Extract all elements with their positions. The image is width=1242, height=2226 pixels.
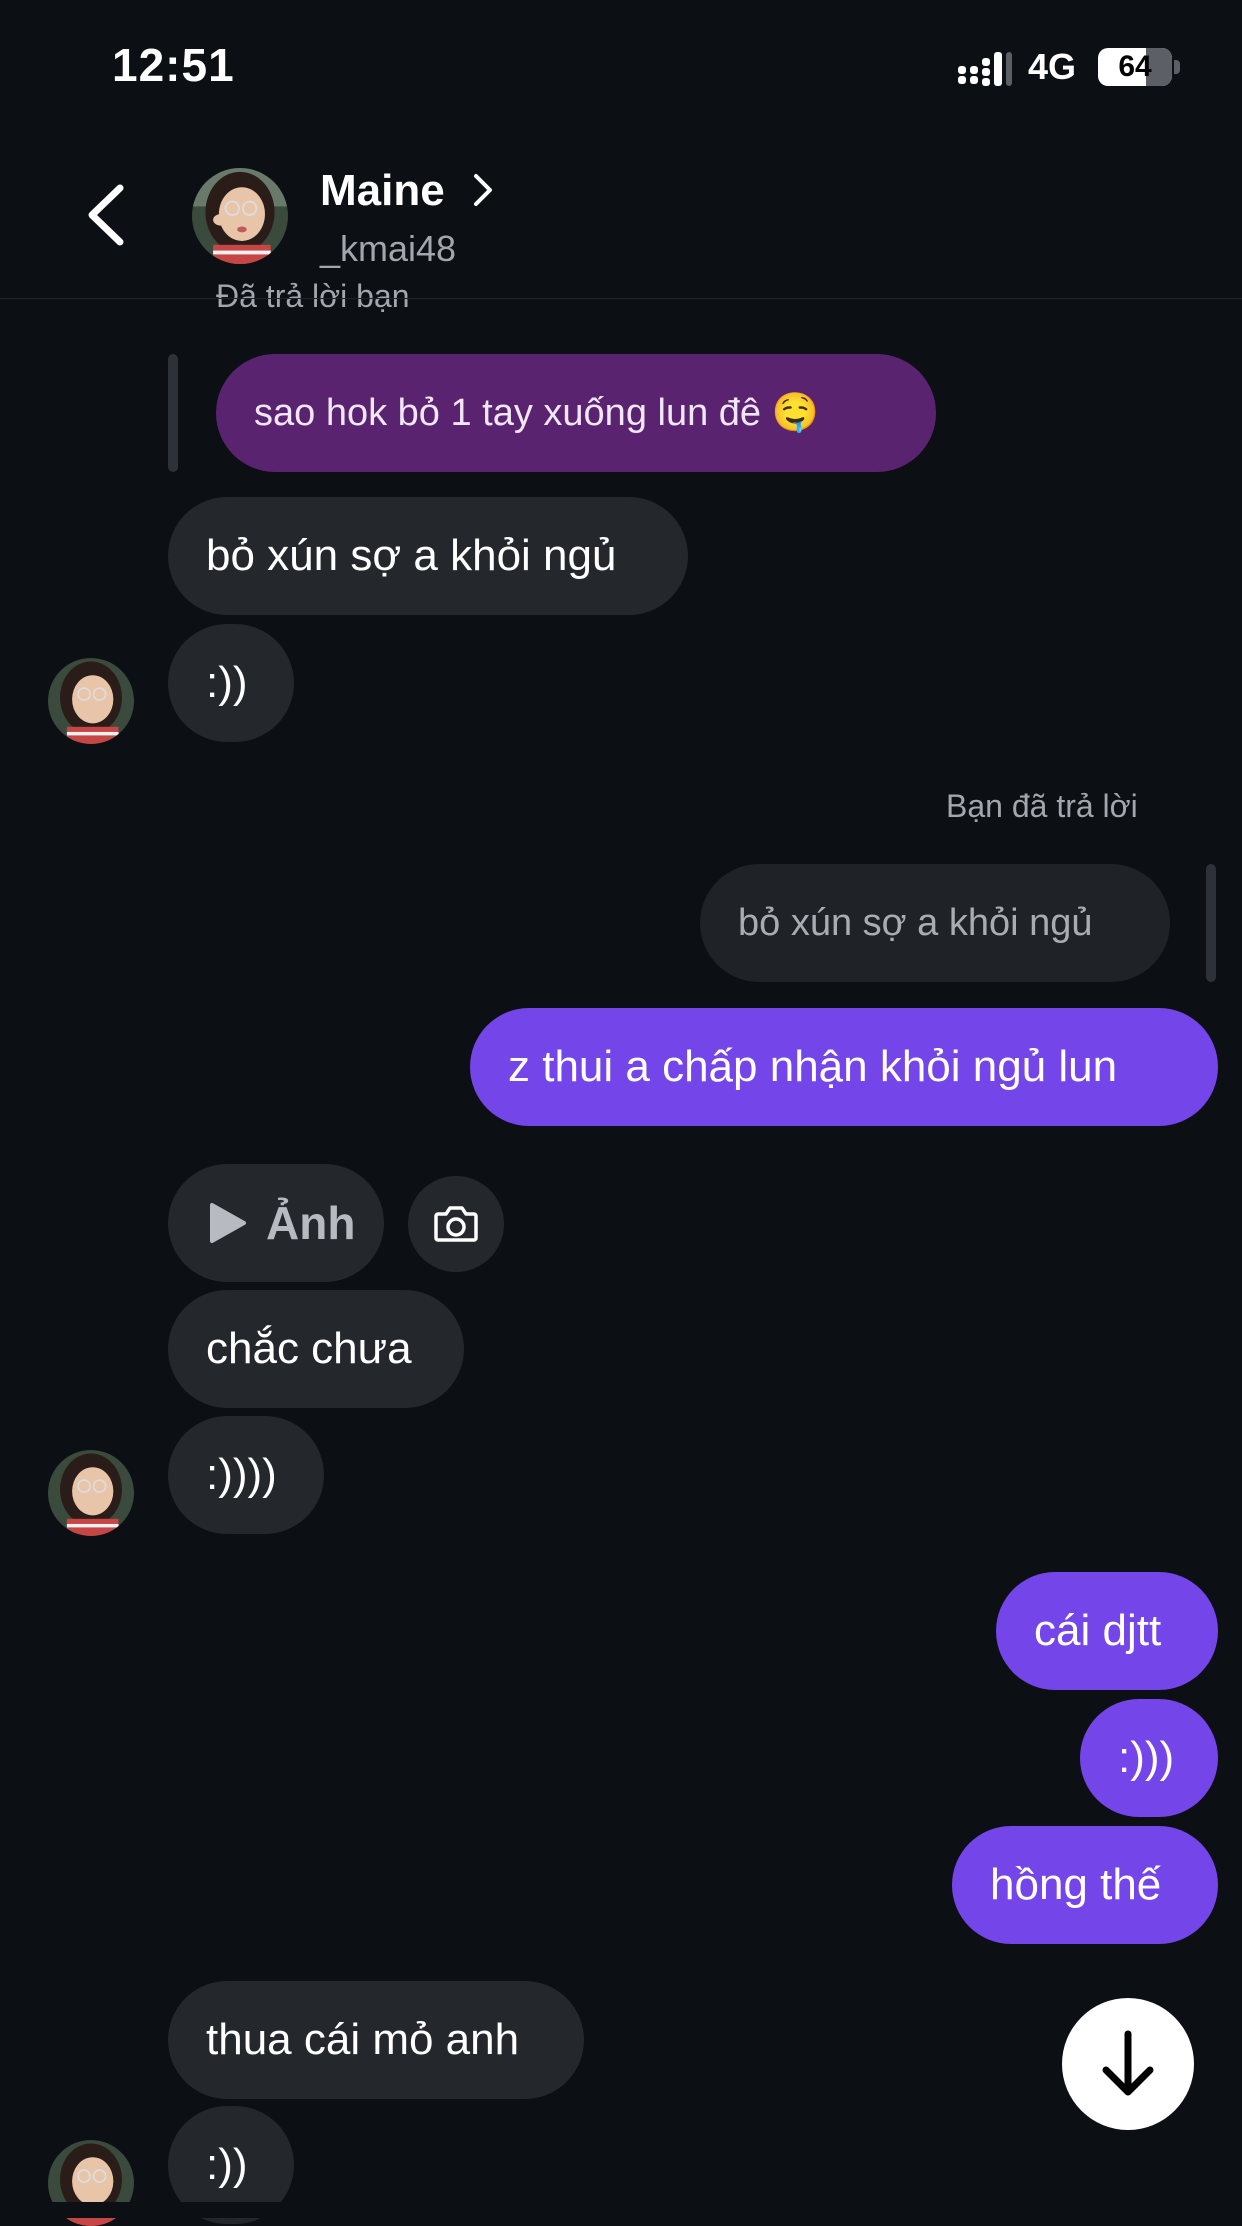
arrow-down-icon bbox=[1102, 2030, 1154, 2096]
reply-label: Đã trả lời bạn bbox=[216, 278, 410, 314]
header-divider bbox=[0, 298, 1242, 299]
incoming-message[interactable]: :)) bbox=[168, 624, 294, 742]
contact-name[interactable]: Maine bbox=[320, 166, 445, 216]
quoted-message[interactable]: bỏ xún sợ a khỏi ngủ bbox=[700, 864, 1170, 982]
reply-label: Bạn đã trả lời bbox=[946, 788, 1138, 824]
contact-avatar[interactable] bbox=[192, 168, 288, 264]
scroll-to-bottom-button[interactable] bbox=[1062, 1998, 1194, 2130]
chevron-right-icon[interactable] bbox=[470, 170, 496, 210]
bottom-edge bbox=[0, 2202, 1242, 2218]
sender-avatar[interactable] bbox=[48, 658, 134, 744]
camera-icon bbox=[434, 1206, 478, 1242]
photo-label: Ảnh bbox=[266, 1197, 356, 1249]
contact-username[interactable]: _kmai48 bbox=[320, 228, 456, 270]
reply-bar bbox=[168, 354, 178, 472]
back-button[interactable] bbox=[78, 180, 138, 250]
incoming-message[interactable]: :)))) bbox=[168, 1416, 324, 1534]
network-type: 4G bbox=[1028, 46, 1077, 87]
battery-tip bbox=[1174, 60, 1180, 74]
battery-icon: 64 bbox=[1098, 48, 1172, 86]
quoted-message[interactable]: sao hok bỏ 1 tay xuống lun đê 🤤 bbox=[216, 354, 936, 472]
outgoing-message[interactable]: hồng thế bbox=[952, 1826, 1218, 1944]
reply-bar bbox=[1206, 864, 1216, 982]
outgoing-message[interactable]: :))) bbox=[1080, 1699, 1218, 1817]
incoming-message[interactable]: bỏ xún sợ a khỏi ngủ bbox=[168, 497, 688, 615]
outgoing-message[interactable]: cái djtt bbox=[996, 1572, 1218, 1690]
photo-message[interactable]: Ảnh bbox=[168, 1164, 384, 1282]
signal-icon bbox=[958, 52, 1012, 86]
battery-level: 64 bbox=[1118, 50, 1152, 83]
camera-button[interactable] bbox=[408, 1176, 504, 1272]
sender-avatar[interactable] bbox=[48, 1450, 134, 1536]
incoming-message[interactable]: chắc chưa bbox=[168, 1290, 464, 1408]
outgoing-message[interactable]: z thui a chấp nhận khỏi ngủ lun bbox=[470, 1008, 1218, 1126]
status-time: 12:51 bbox=[112, 39, 235, 91]
play-icon bbox=[210, 1203, 246, 1243]
back-chevron-icon bbox=[88, 184, 124, 246]
incoming-message[interactable]: thua cái mỏ anh bbox=[168, 1981, 584, 2099]
